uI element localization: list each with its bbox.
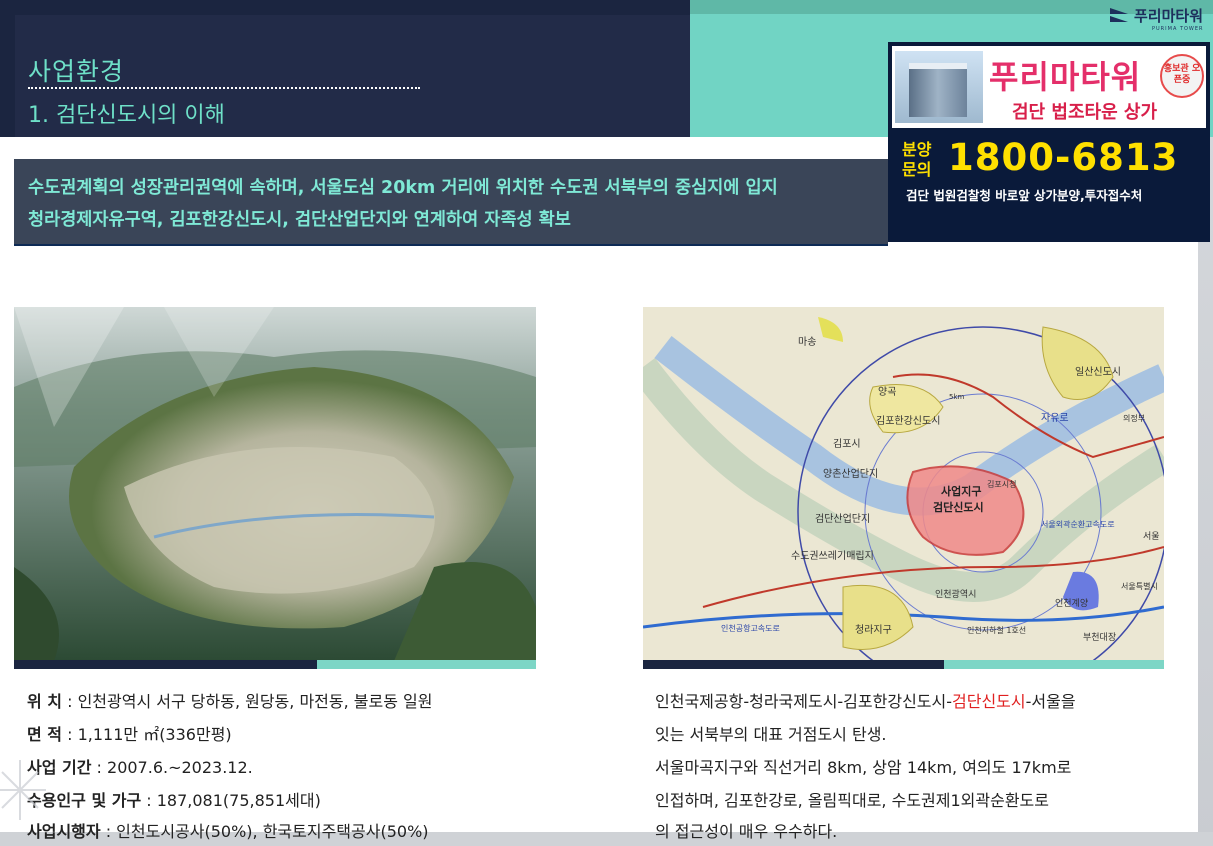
map-label-landfill: 수도권쓰레기매립지 bbox=[791, 549, 874, 562]
map-label-seoul: 서울 bbox=[1143, 531, 1160, 542]
info-executor-value: : 인천도시공사(50%), 한국토지주택공사(50%) bbox=[100, 822, 429, 841]
image-underline-teal-right bbox=[944, 660, 1164, 669]
sales-ad-banner[interactable]: 푸리마타워 홍보관 오픈중 검단 법조타운 상가 분양 문의 1800-6813… bbox=[888, 42, 1210, 242]
map-label-cheongna: 청라지구 bbox=[855, 624, 892, 636]
map-label-yangchon: 양촌산업단지 bbox=[823, 467, 878, 480]
seal-text: 홍보관 오픈중 bbox=[1163, 64, 1201, 85]
ad-inquiry-label: 분양 문의 bbox=[902, 140, 932, 179]
desc-highlight: 검단신도시 bbox=[952, 692, 1026, 711]
building-shape bbox=[909, 67, 967, 117]
map-label-geomdan-industrial: 검단산업단지 bbox=[815, 512, 870, 525]
brand-logo: 푸리마타워 PURIMA TOWER bbox=[1108, 4, 1206, 34]
desc-line-4: 인접하며, 김포한강로, 올림픽대로, 수도권제1외곽순환도로 bbox=[655, 791, 1049, 810]
map-label-ilsan: 일산신도시 bbox=[1075, 366, 1121, 378]
map-label-gyeyang: 인천계양 bbox=[1055, 597, 1088, 609]
info-location: 위 치 : 인천광역시 서구 당하동, 원당동, 마전동, 불로동 일원 bbox=[27, 688, 432, 712]
map-label-masong: 마송 bbox=[798, 336, 816, 348]
map-center-label-2: 검단신도시 bbox=[933, 500, 984, 514]
map-label-gimpo-cityhall: 김포시청 bbox=[987, 479, 1016, 489]
ad-brand-name: 푸리마타워 bbox=[989, 58, 1142, 96]
logo-mark-icon bbox=[1110, 8, 1128, 22]
info-location-value: : 인천광역시 서구 당하동, 원당동, 마전동, 불로동 일원 bbox=[62, 692, 433, 711]
desc-line-3: 서울마곡지구와 직선거리 8km, 상암 14km, 여의도 17km로 bbox=[655, 758, 1072, 777]
desc-line-1-c: -서울을 bbox=[1025, 692, 1076, 711]
info-location-key: 위 치 bbox=[27, 692, 63, 711]
map-label-airport-expressway: 인천공항고속도로 bbox=[721, 623, 780, 633]
image-underline-teal-left bbox=[317, 660, 536, 669]
map-label-yanggok: 양곡 bbox=[878, 386, 896, 398]
map-label-gimpo-hangang: 김포한강신도시 bbox=[876, 415, 940, 427]
logo-name: 푸리마타워 bbox=[1134, 7, 1204, 25]
page-header: 사업환경 1. 검단신도시의 이해 bbox=[0, 0, 690, 137]
ad-town-name: 검단 법조타운 상가 bbox=[1012, 102, 1158, 123]
map-label-bucheon: 부천대장 bbox=[1083, 632, 1116, 643]
map-label-jayuro: 자유로 bbox=[1041, 412, 1069, 424]
map-label-gimpo-si: 김포시 bbox=[833, 438, 861, 450]
page-title: 사업환경 bbox=[28, 57, 125, 86]
open-seal-badge: 홍보관 오픈중 bbox=[1160, 54, 1204, 98]
summary-line-2: 청라경제자유구역, 김포한강신도시, 검단산업단지와 연계하여 자족성 확보 bbox=[28, 210, 571, 230]
desc-line-2: 잇는 서북부의 대표 거점도시 탄생. bbox=[655, 725, 887, 744]
map-label-5km: 5km bbox=[949, 393, 965, 401]
desc-line-1-a: 인천국제공항-청라국제도시-김포한강신도시- bbox=[655, 692, 953, 711]
map-label-subway: 인천지하철 1호선 bbox=[967, 625, 1026, 635]
image-underline-navy-right bbox=[643, 660, 944, 669]
desc-line-5: 의 접근성이 매우 우수하다. bbox=[655, 822, 838, 841]
ad-phone-number[interactable]: 1800-6813 bbox=[948, 136, 1178, 179]
building-photo bbox=[895, 51, 983, 123]
title-divider bbox=[28, 87, 420, 89]
image-underline-navy-left bbox=[14, 660, 317, 669]
summary-box: 수도권계획의 성장관리권역에 속하며, 서울도심 20km 거리에 위치한 수도… bbox=[14, 159, 888, 246]
ad-top-panel: 푸리마타워 홍보관 오픈중 검단 법조타운 상가 bbox=[892, 46, 1206, 128]
location-map-image: 마송 양곡 김포한강신도시 김포시 양촌산업단지 검단산업단지 수도권쓰레기매립… bbox=[643, 307, 1164, 661]
map-center-label-1: 사업지구 bbox=[941, 484, 981, 498]
map-label-uijeongbu: 의정부 bbox=[1123, 413, 1145, 423]
snowflake-decoration-icon bbox=[0, 760, 46, 820]
page-subtitle: 1. 검단신도시의 이해 bbox=[28, 103, 225, 128]
map-label-incheon: 인천광역시 bbox=[935, 588, 976, 600]
aerial-rendering-svg bbox=[14, 307, 536, 661]
logo-sub: PURIMA TOWER bbox=[1152, 26, 1204, 32]
summary-line-1: 수도권계획의 성장관리권역에 속하며, 서울도심 20km 거리에 위치한 수도… bbox=[28, 178, 778, 198]
desc-line-1: 인천국제공항-청라국제도시-김포한강신도시-검단신도시-서울을 bbox=[655, 688, 1076, 712]
ad-description: 검단 법원검찰청 바로앞 상가분양,투자접수처 bbox=[906, 188, 1143, 203]
info-period-value: : 2007.6.~2023.12. bbox=[91, 758, 253, 777]
map-label-ring-expressway: 서울외곽순환고속도로 bbox=[1041, 519, 1115, 529]
info-population-value: : 187,081(75,851세대) bbox=[141, 791, 321, 810]
map-label-seoul-city: 서울특별시 bbox=[1121, 581, 1158, 591]
building-sign bbox=[909, 63, 967, 69]
aerial-rendering-image bbox=[14, 307, 536, 661]
location-map-svg: 마송 양곡 김포한강신도시 김포시 양촌산업단지 검단산업단지 수도권쓰레기매립… bbox=[643, 307, 1164, 661]
